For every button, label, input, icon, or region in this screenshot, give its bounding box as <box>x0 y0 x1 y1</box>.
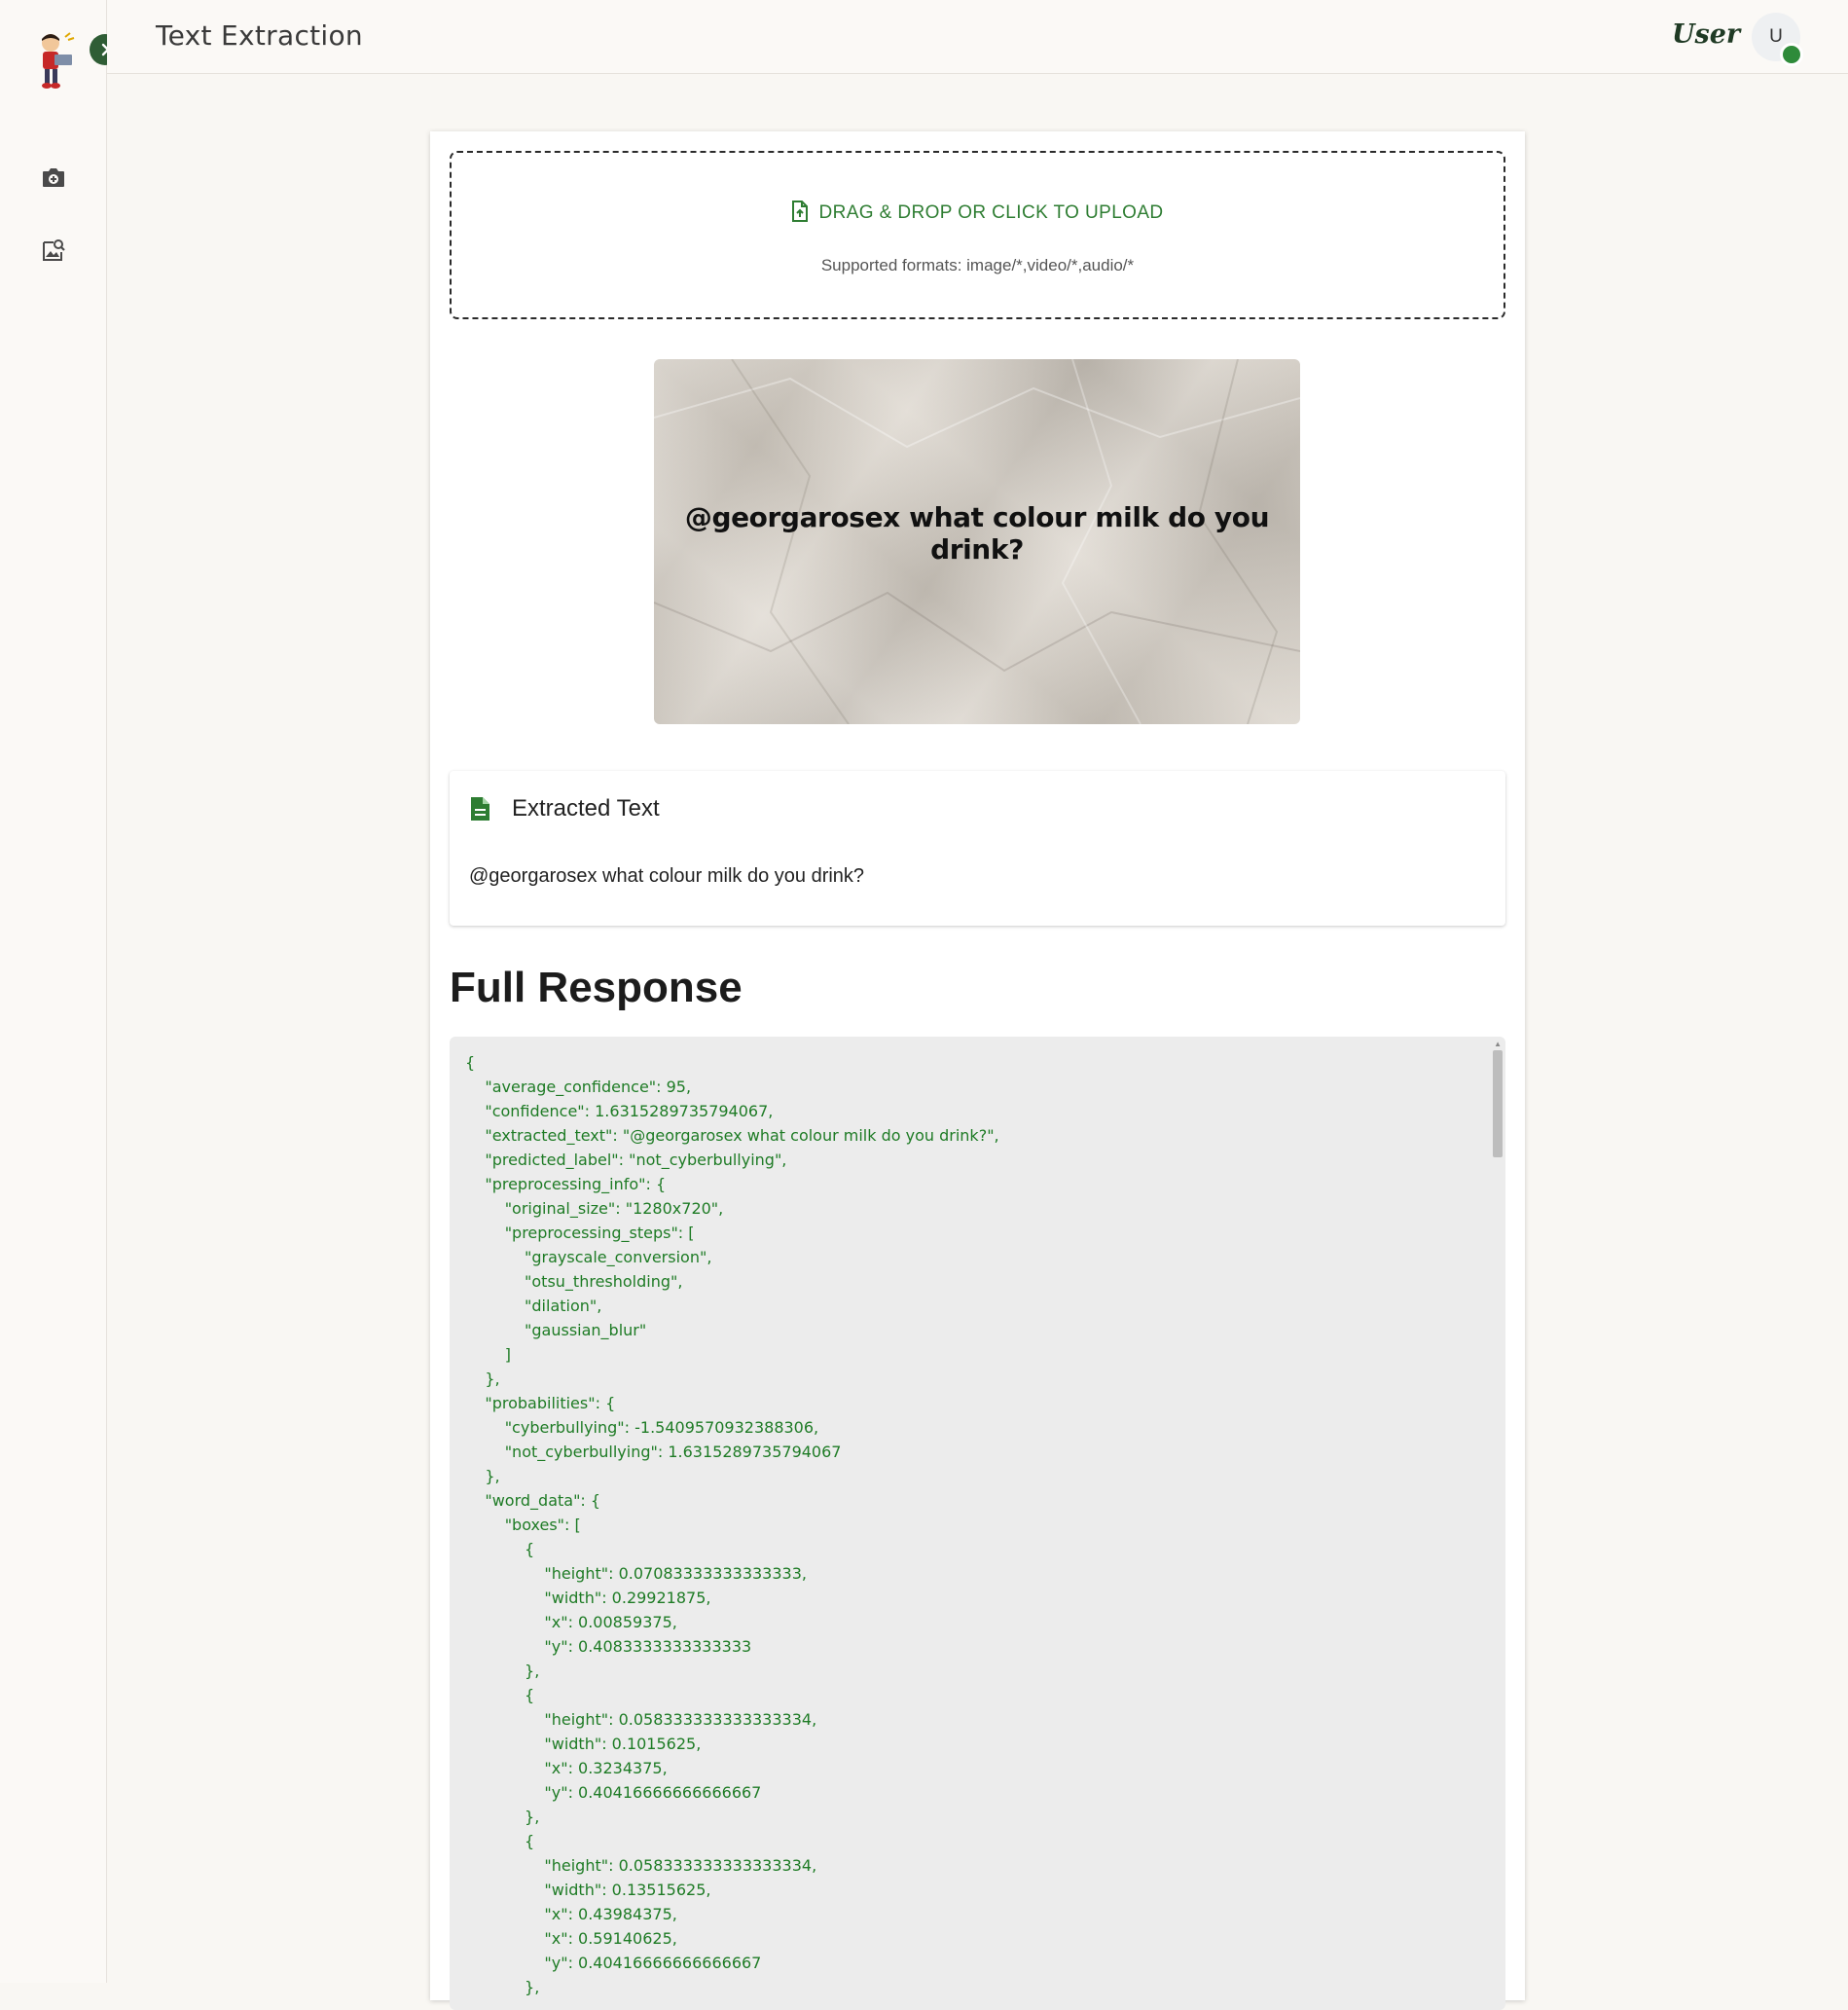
file-upload-icon <box>792 201 809 222</box>
image-search-icon <box>43 239 65 261</box>
user-name: User <box>1672 19 1741 50</box>
sidebar-item-image-search[interactable] <box>38 235 69 266</box>
extracted-text-value: @georgarosex what colour milk do you dri… <box>469 865 865 887</box>
extracted-text-panel: Extracted Text @georgarosex what colour … <box>450 771 1505 926</box>
upload-label-row: DRAG & DROP OR CLICK TO UPLOAD <box>452 201 1504 224</box>
full-response-title: Full Response <box>450 964 743 1011</box>
json-response-text: { "average_confidence": 95, "confidence"… <box>465 1053 999 1996</box>
extracted-text-header: Extracted Text <box>469 795 660 822</box>
main-card: DRAG & DROP OR CLICK TO UPLOAD Supported… <box>430 131 1525 2010</box>
uploaded-image-preview: @georgarosex what colour milk do you dri… <box>654 359 1300 724</box>
scroll-up-arrow[interactable]: ▲ <box>1494 1040 1502 1048</box>
preview-image-text: @georgarosex what colour milk do you dri… <box>684 501 1270 566</box>
camera-upload-icon <box>43 168 64 187</box>
avatar-initial: U <box>1769 26 1783 47</box>
document-icon <box>471 797 489 821</box>
sidebar-item-camera-upload[interactable] <box>38 162 69 193</box>
scrollbar-thumb[interactable] <box>1493 1050 1503 1157</box>
upload-dropzone[interactable]: DRAG & DROP OR CLICK TO UPLOAD Supported… <box>450 151 1505 319</box>
sidebar <box>0 0 121 1983</box>
json-response-box[interactable]: { "average_confidence": 95, "confidence"… <box>450 1037 1505 2010</box>
page-title: Text Extraction <box>156 19 363 52</box>
extracted-text-title: Extracted Text <box>512 795 660 822</box>
app-logo <box>33 31 78 91</box>
upload-label: DRAG & DROP OR CLICK TO UPLOAD <box>818 202 1164 223</box>
top-header: Text Extraction User U <box>107 0 1848 74</box>
online-status-dot <box>1780 43 1803 66</box>
supported-formats: Supported formats: image/*,video/*,audio… <box>820 256 1135 274</box>
